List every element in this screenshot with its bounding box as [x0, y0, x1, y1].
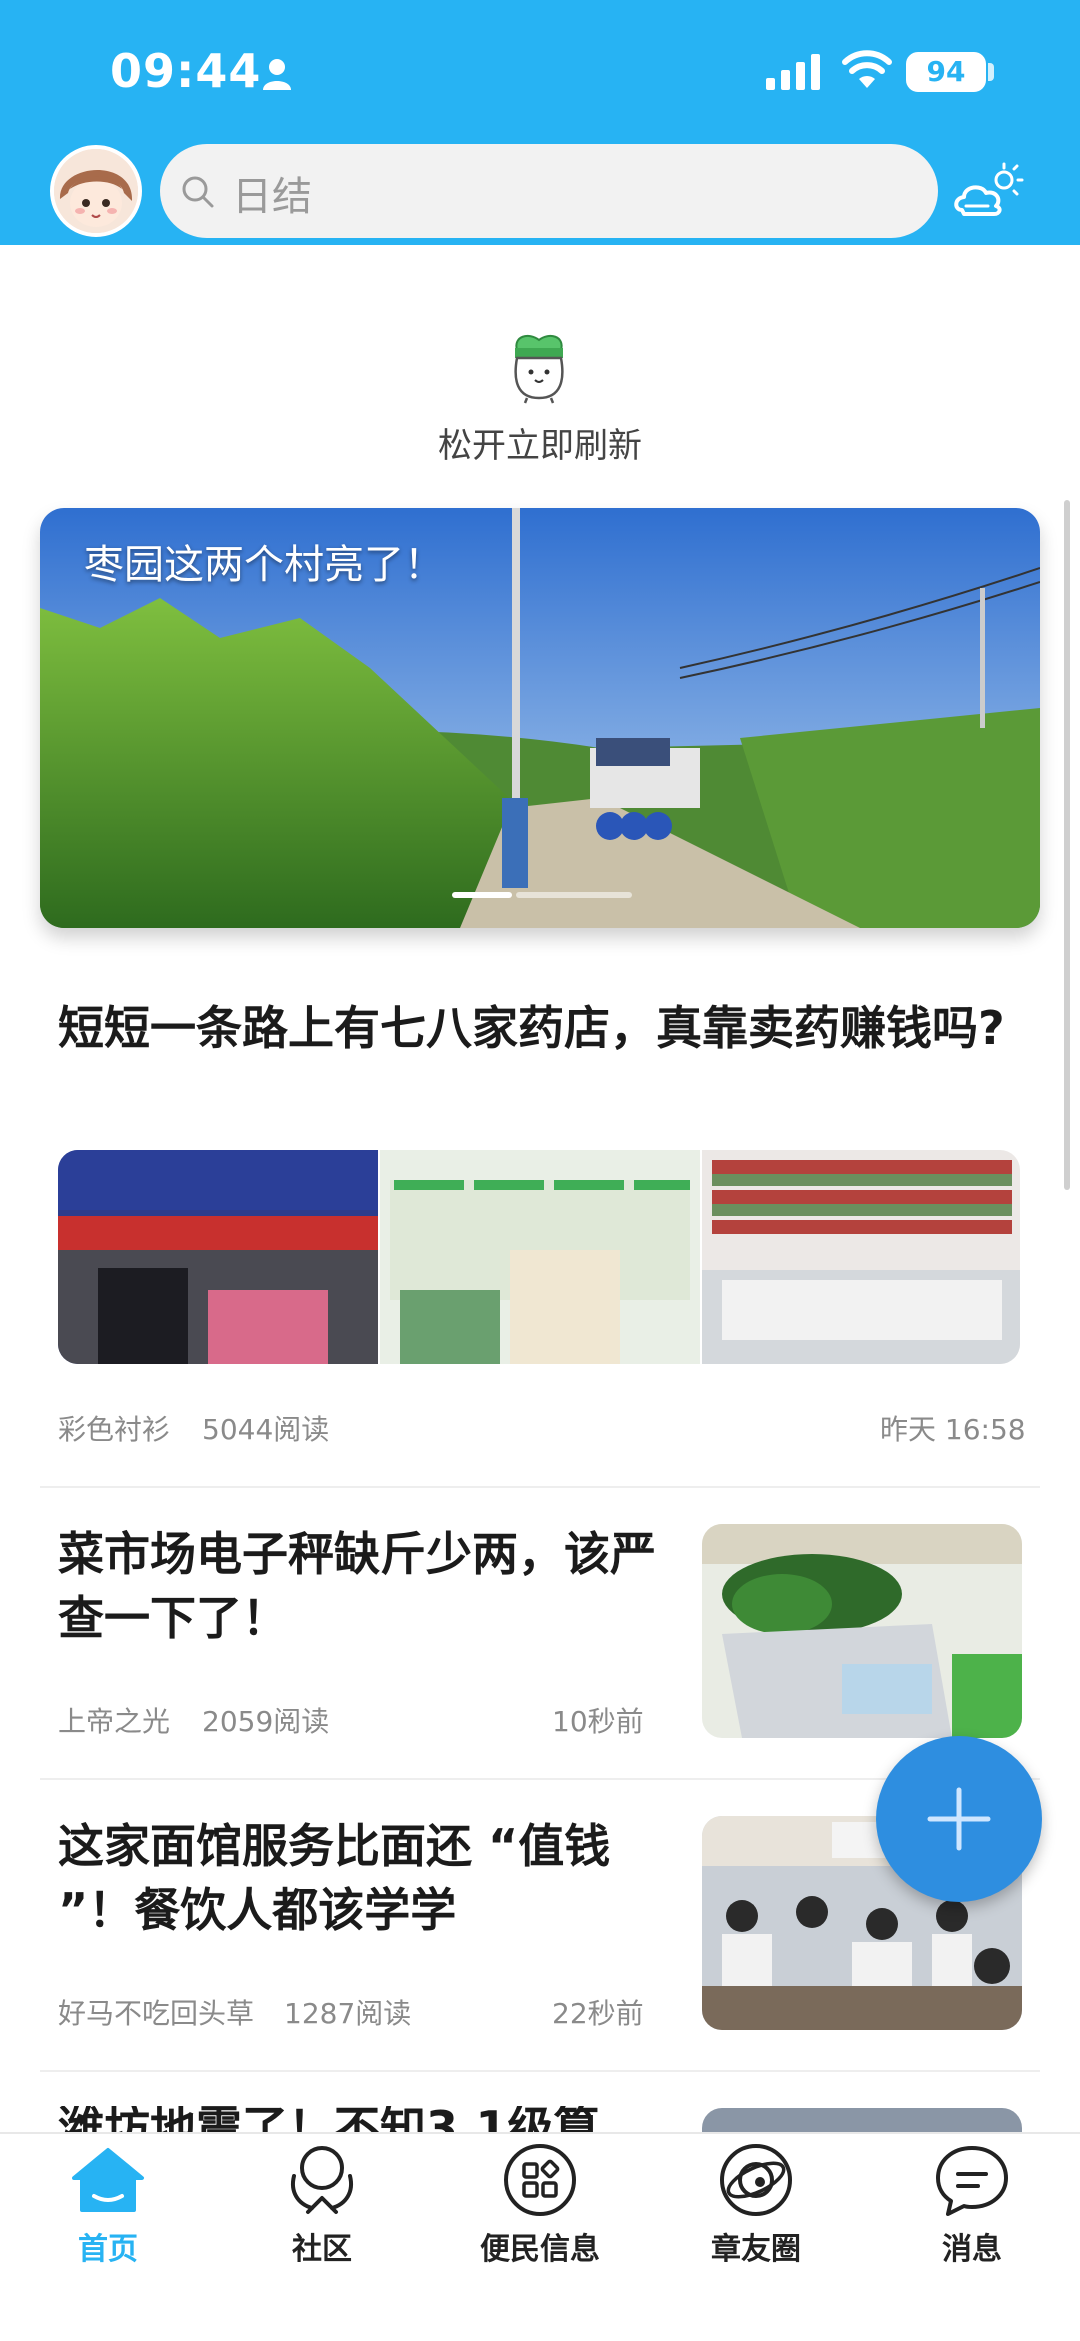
- divider: [40, 2070, 1040, 2072]
- article-time: 22秒前: [552, 1997, 644, 2030]
- tab-label: 消息: [942, 2232, 1002, 2267]
- tab-community[interactable]: 社区: [222, 2142, 422, 2272]
- divider: [40, 1486, 1040, 1488]
- carousel-indicator: [452, 892, 632, 898]
- tab-label: 社区: [292, 2232, 352, 2267]
- article-time: 10秒前: [552, 1705, 644, 1738]
- carousel-dot-active: [452, 892, 512, 898]
- avatar[interactable]: [50, 145, 142, 237]
- article-time: 昨天 16:58: [880, 1413, 1026, 1446]
- wifi-icon: [842, 50, 892, 88]
- app-header: 09:44 94 日结: [0, 0, 1080, 245]
- chat-icon: [936, 2146, 1008, 2216]
- article-title[interactable]: 短短一条路上有七八家药店，真靠卖药赚钱吗?: [58, 996, 1018, 1060]
- signal-icon: [766, 54, 820, 90]
- plus-icon: [927, 1787, 991, 1851]
- battery-cap: [988, 63, 994, 81]
- article-image: [58, 1150, 378, 1364]
- banner-title: 枣园这两个村亮了！: [84, 542, 444, 588]
- article-reads: 5044阅读: [202, 1413, 330, 1446]
- article-image-strip[interactable]: [58, 1150, 1020, 1364]
- carousel-dot: [516, 892, 632, 898]
- tab-friends-circle[interactable]: 章友圈: [656, 2142, 856, 2272]
- bottom-nav: 首页 社区 便民信息 章友圈 消息: [0, 2132, 1080, 2341]
- article-thumbnail[interactable]: [702, 1524, 1022, 1738]
- article-title[interactable]: 菜市场电子秤缺斤少两，该严查一下了！: [58, 1522, 658, 1650]
- tab-services[interactable]: 便民信息: [440, 2142, 640, 2272]
- mascot-icon: [514, 334, 564, 404]
- status-bar: 09:44 94: [0, 0, 1080, 140]
- article-image: [702, 1150, 1020, 1364]
- battery-level: 94: [926, 55, 966, 88]
- refresh-hint: 松开立即刷新: [438, 426, 642, 466]
- planet-icon: [720, 2144, 792, 2216]
- article-title[interactable]: 这家面馆服务比面还 “值钱 ”！餐饮人都该学学: [58, 1814, 658, 1942]
- tab-home[interactable]: 首页: [8, 2142, 208, 2272]
- community-icon: [291, 2146, 353, 2214]
- search-placeholder: 日结: [232, 174, 312, 220]
- article-title-text: 潍坊地震了！不知3.1级算: [58, 2106, 658, 2132]
- article-title[interactable]: 潍坊地震了！不知3.1级算: [58, 2106, 658, 2132]
- scrollbar[interactable]: [1064, 500, 1070, 1190]
- article-author: 彩色衬衫: [58, 1413, 171, 1446]
- article-thumbnail[interactable]: [702, 2108, 1022, 2132]
- home-icon: [72, 2148, 144, 2212]
- tab-label: 章友圈: [711, 2232, 801, 2267]
- weather-icon[interactable]: [952, 160, 1024, 220]
- search-bar[interactable]: 日结: [160, 144, 938, 238]
- person-icon: [263, 59, 291, 90]
- article-image: [702, 1524, 1022, 1738]
- battery-indicator: 94: [906, 52, 986, 92]
- banner-carousel[interactable]: 枣园这两个村亮了！: [40, 508, 1040, 928]
- tab-label: 首页: [78, 2232, 138, 2267]
- tab-label: 便民信息: [480, 2232, 600, 2267]
- article-image: [380, 1150, 700, 1364]
- grid-icon: [504, 2144, 576, 2216]
- tab-messages[interactable]: 消息: [872, 2142, 1072, 2272]
- status-time: 09:44: [110, 44, 262, 98]
- avatar-image: [54, 149, 138, 233]
- search-icon: [182, 176, 214, 208]
- article-reads: 1287阅读: [284, 1997, 412, 2030]
- add-post-button[interactable]: [876, 1736, 1042, 1902]
- article-reads: 2059阅读: [202, 1705, 330, 1738]
- article-author: 好马不吃回头草: [58, 1997, 255, 2030]
- article-author: 上帝之光: [58, 1705, 171, 1738]
